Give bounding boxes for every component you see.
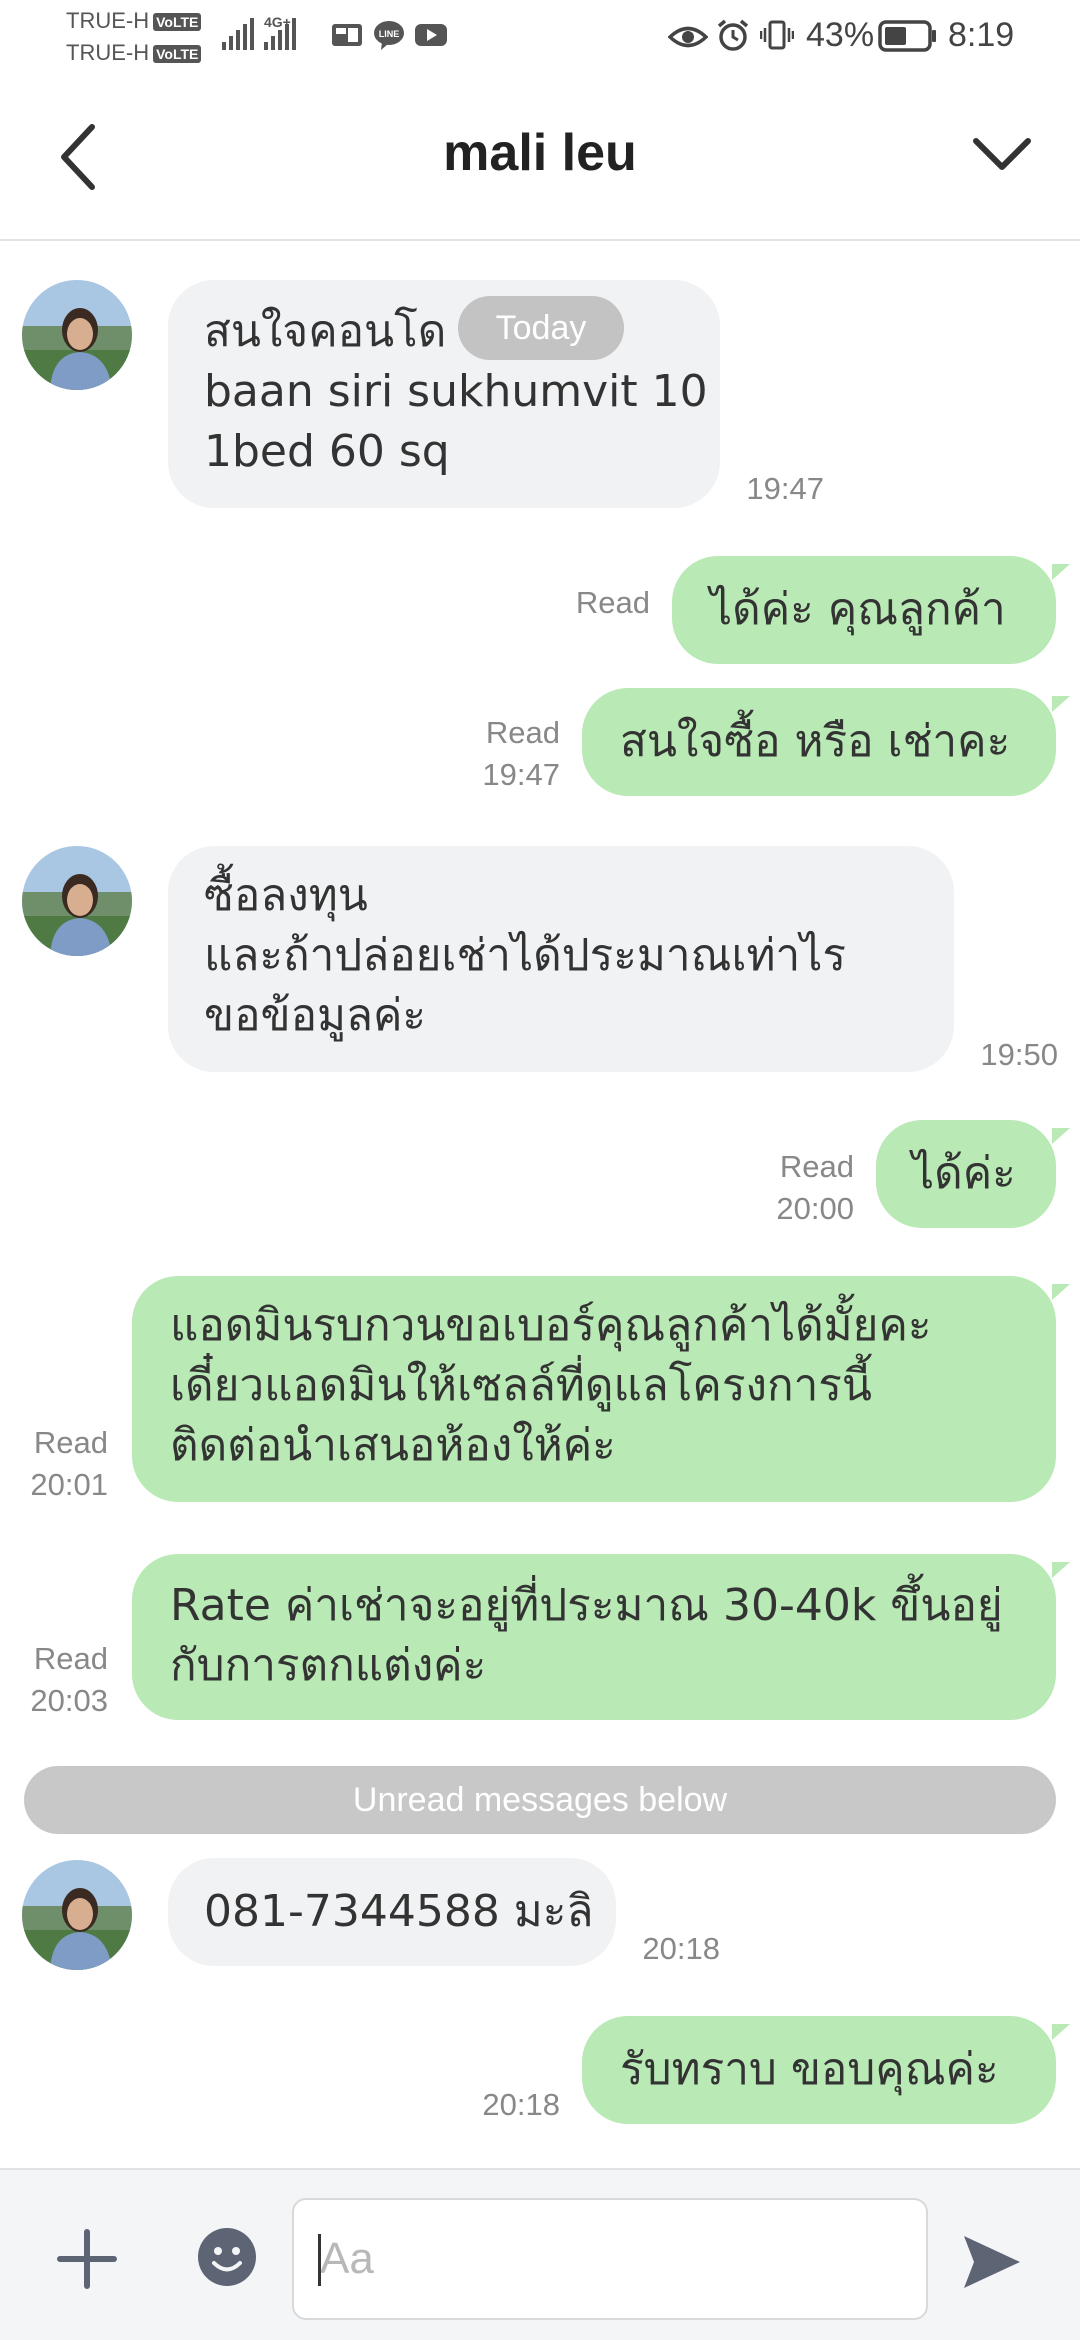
vibrate-icon — [760, 20, 794, 50]
read-receipt: Read — [575, 585, 650, 620]
bubble-tail — [1052, 564, 1070, 580]
message-text: ซื้อลงทุน — [204, 870, 368, 921]
battery-percent: 43% — [806, 16, 875, 54]
bubble-tail — [1052, 1284, 1070, 1300]
message-bubble-incoming[interactable]: 081-7344588 มะลิ — [168, 1858, 616, 1966]
message-text: ได้ค่ะ — [912, 1148, 1016, 1199]
carrier-label-1: TRUE-H VoLTE — [66, 8, 202, 34]
message-meta: 20:18 — [450, 2084, 560, 2126]
message-time: 19:47 — [746, 471, 824, 506]
message-bubble-outgoing[interactable]: Rate ค่าเช่าจะอยู่ที่ประมาณ 30-40k ขึ้นอ… — [132, 1554, 1070, 1720]
line-app-icon: LINE — [374, 21, 404, 50]
status-bar: TRUE-H VoLTE TRUE-H VoLTE 4G+ LINE 43% 8:1… — [0, 0, 1080, 75]
message-text: baan siri sukhumvit 10 — [204, 366, 708, 417]
avatar[interactable] — [22, 280, 132, 390]
message-text: แอดมินรบกวนขอเบอร์คุณลูกค้าได้มั้ยคะ — [170, 1300, 932, 1351]
youtube-icon — [415, 24, 447, 46]
message-bubble-outgoing[interactable]: ได้ค่ะ — [876, 1120, 1070, 1228]
alarm-icon — [717, 19, 749, 51]
text-caret — [318, 2234, 321, 2286]
message-text: ได้ค่ะ คุณลูกค้า — [710, 584, 1006, 635]
message-text: 1bed 60 sq — [204, 426, 450, 477]
message-input-bar — [0, 2168, 1080, 2340]
message-text: รับทราบ ขอบคุณค่ะ — [620, 2044, 999, 2095]
message-time: 20:18 — [642, 1931, 720, 1966]
message-meta: Read 20:03 — [10, 1638, 108, 1722]
avatar[interactable] — [22, 1860, 132, 1970]
bubble-tail — [1052, 1128, 1070, 1144]
emoji-icon[interactable] — [196, 2226, 258, 2288]
message-meta: Read — [540, 582, 650, 624]
message-text: ติดต่อนำเสนอห้องให้ค่ะ — [170, 1420, 616, 1471]
message-bubble-outgoing[interactable]: สนใจซื้อ หรือ เช่าคะ — [582, 688, 1070, 796]
read-receipt: Read — [485, 715, 560, 750]
message-text: 081-7344588 มะลิ — [204, 1886, 594, 1937]
avatar[interactable] — [22, 846, 132, 956]
send-icon[interactable] — [960, 2232, 1024, 2292]
volte-badge: VoLTE — [153, 13, 202, 32]
message-bubble-outgoing[interactable]: รับทราบ ขอบคุณค่ะ — [582, 2016, 1070, 2124]
message-meta: Read 20:01 — [10, 1422, 108, 1506]
message-bubble-outgoing[interactable]: แอดมินรบกวนขอเบอร์คุณลูกค้าได้มั้ยคะ เดี… — [132, 1276, 1070, 1502]
volte-badge: VoLTE — [153, 45, 202, 64]
plus-icon[interactable] — [56, 2228, 118, 2290]
message-text: และถ้าปล่อยเช่าได้ประมาณเท่าไร — [204, 930, 846, 981]
chat-title: mali leu — [443, 124, 637, 182]
message-meta: 20:18 — [616, 1928, 720, 1970]
message-text: เดี๋ยวแอดมินให้เซลล์ที่ดูแลโครงการนี้ — [170, 1360, 873, 1411]
network-badge: 4G+ — [264, 14, 291, 30]
message-time: 19:47 — [482, 757, 560, 792]
bubble-tail — [1052, 2024, 1070, 2040]
date-separator: Today — [458, 296, 624, 360]
chat-header: mali leu — [0, 75, 1080, 241]
read-receipt: Read — [779, 1149, 854, 1184]
bubble-tail — [1052, 1562, 1070, 1578]
message-meta: Read 20:00 — [740, 1146, 854, 1230]
message-meta: Read 19:47 — [450, 712, 560, 796]
chevron-down-icon[interactable] — [970, 127, 1034, 183]
read-receipt: Read — [33, 1641, 108, 1676]
message-input[interactable] — [292, 2198, 928, 2320]
data-saver-icon — [332, 24, 362, 46]
read-receipt: Read — [33, 1425, 108, 1460]
message-text: สนใจซื้อ หรือ เช่าคะ — [620, 716, 1011, 767]
battery-icon — [878, 20, 936, 52]
message-bubble-incoming[interactable]: สนใจคอนโด baan siri sukhumvit 10 1bed 60… — [168, 280, 720, 508]
message-time: 20:00 — [776, 1191, 854, 1226]
unread-separator: Unread messages below — [24, 1766, 1056, 1834]
bubble-tail — [1052, 696, 1070, 712]
message-time: 20:03 — [30, 1683, 108, 1718]
eye-icon — [668, 26, 708, 48]
svg-text:LINE: LINE — [379, 29, 400, 39]
clock: 8:19 — [948, 16, 1015, 54]
carrier-label-2: TRUE-H VoLTE — [66, 40, 202, 66]
message-text: ขอข้อมูลค่ะ — [204, 990, 427, 1041]
message-meta: 19:50 — [954, 1034, 1058, 1076]
message-time: 20:01 — [30, 1467, 108, 1502]
signal-icon — [222, 18, 254, 50]
message-time: 19:50 — [980, 1037, 1058, 1072]
message-meta: 19:47 — [720, 468, 824, 510]
message-text: กับการตกแต่งค่ะ — [170, 1640, 487, 1691]
message-time: 20:18 — [482, 2087, 560, 2122]
message-bubble-incoming[interactable]: ซื้อลงทุน และถ้าปล่อยเช่าได้ประมาณเท่าไร… — [168, 846, 954, 1072]
message-bubble-outgoing[interactable]: ได้ค่ะ คุณลูกค้า — [672, 556, 1070, 664]
message-text: Rate ค่าเช่าจะอยู่ที่ประมาณ 30-40k ขึ้นอ… — [170, 1580, 1003, 1631]
